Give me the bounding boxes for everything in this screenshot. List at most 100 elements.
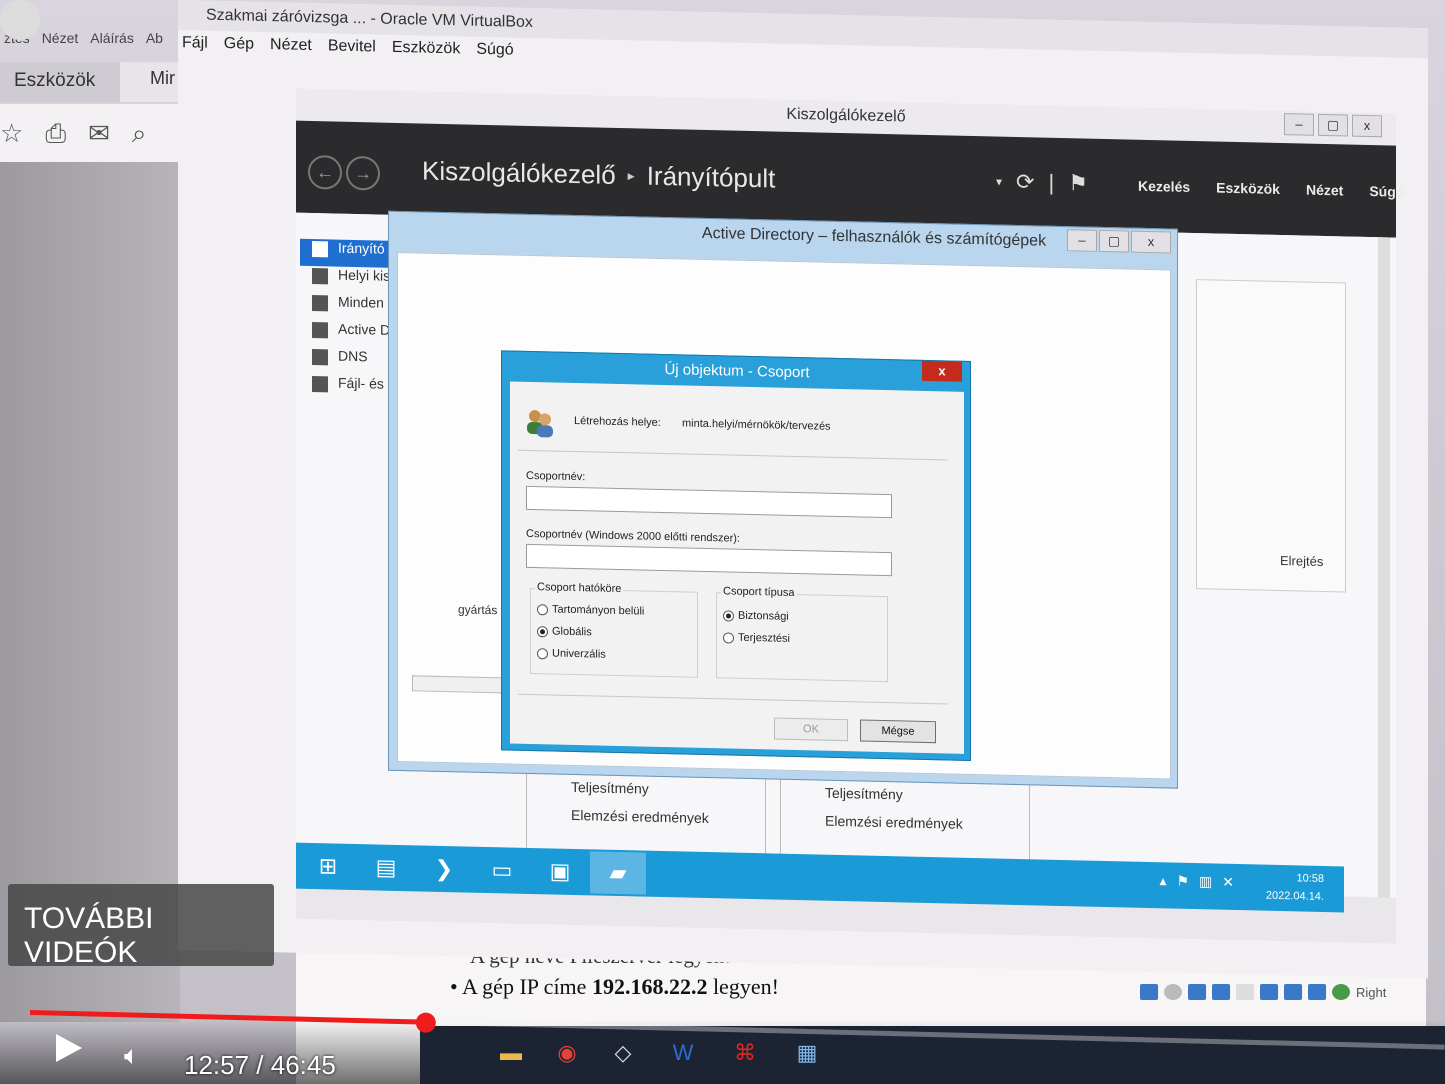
usb-icon[interactable] [1212, 984, 1230, 1000]
flag-icon[interactable]: ⚑ [1068, 170, 1088, 196]
host-tab-strip: Eszközök Mir [0, 62, 180, 102]
minimize-button[interactable]: – [1284, 113, 1314, 136]
group-type-box: Csoport típusa Biztonsági Terjesztési [716, 585, 888, 683]
zoom-icon[interactable]: ⌕ [132, 118, 147, 162]
play-button[interactable] [56, 1034, 82, 1062]
forward-arrow-icon[interactable]: → [346, 155, 380, 191]
nav-buttons: ← → [308, 154, 380, 191]
flag-icon[interactable]: ⚑ [1176, 873, 1189, 890]
volume-icon[interactable]: 🔈︎ [124, 1040, 140, 1072]
disk-icon[interactable] [1140, 984, 1158, 1000]
dialog-close-button[interactable]: x [922, 360, 962, 382]
type-distribution-option[interactable]: Terjesztési [723, 631, 790, 645]
server-manager-menu: Kezelés Eszközök Nézet Súgó [1138, 178, 1404, 200]
radio-button[interactable] [537, 647, 548, 659]
host-key-label: Right [1356, 984, 1387, 1000]
sidebar-item-file-services[interactable]: Fájl- és [300, 374, 390, 403]
close-button[interactable]: x [1352, 114, 1382, 138]
breadcrumb-root[interactable]: Kiszolgálókezelő [422, 156, 616, 191]
host-menu-item[interactable]: Ab [146, 30, 163, 56]
radio-button[interactable] [723, 609, 734, 622]
virtualbox-icon[interactable]: ◇ [608, 1040, 638, 1070]
tile-bpa-results[interactable]: Elemzési eredmények [781, 808, 1029, 842]
group-name-pre2000-input[interactable] [526, 543, 892, 577]
folder-icon[interactable]: ▬ [496, 1040, 526, 1070]
host-tab-tools[interactable]: Eszközök [0, 62, 120, 102]
refresh-icon[interactable]: ⟳ [1016, 169, 1034, 195]
type-security-option[interactable]: Biztonsági [723, 609, 789, 623]
radio-button[interactable] [537, 603, 548, 615]
scope-domain-local-option[interactable]: Tartományon belüli [537, 603, 644, 618]
recording-icon[interactable] [1284, 984, 1302, 1000]
guest-clock[interactable]: 10:58 2022.04.14. [1266, 869, 1324, 906]
host-tab-mir[interactable]: Mir [150, 68, 175, 89]
sidebar-item-dashboard[interactable]: Irányító [300, 238, 390, 268]
tray-arrow-icon[interactable]: ▴ [1159, 872, 1166, 889]
back-arrow-icon[interactable]: ← [308, 154, 342, 190]
clock-time: 10:58 [1296, 872, 1324, 886]
mouse-integration-icon[interactable] [1332, 984, 1350, 1000]
sidebar-item-local-server[interactable]: Helyi kis [300, 266, 390, 295]
vbox-menu-view[interactable]: Nézet [270, 36, 312, 65]
chrome-icon[interactable]: ◉ [552, 1040, 582, 1070]
window-menu-icon[interactable] [0, 0, 40, 40]
volume-muted-icon[interactable]: ✕ [1222, 874, 1234, 891]
more-videos-button[interactable]: TOVÁBBI VIDEÓK [8, 884, 274, 969]
network-adapter-icon[interactable] [1188, 984, 1206, 1000]
cpu-icon[interactable] [1308, 984, 1326, 1000]
explorer-icon[interactable]: ▭ [474, 849, 530, 892]
server-manager-taskbar-icon[interactable]: ▤ [358, 846, 414, 889]
radio-button[interactable] [723, 631, 734, 644]
tile-bpa-results[interactable]: Elemzési eredmények [527, 802, 765, 835]
close-button[interactable]: x [1131, 230, 1171, 254]
toolbox-icon[interactable]: ▣ [532, 850, 588, 893]
vm-window-icon[interactable]: ▦ [792, 1040, 822, 1070]
scope-universal-option[interactable]: Univerzális [537, 647, 606, 661]
maximize-button[interactable]: ▢ [1099, 229, 1129, 253]
minimize-button[interactable]: – [1067, 229, 1097, 252]
sidebar-item-label: Fájl- és [338, 374, 384, 392]
breadcrumb: Kiszolgálókezelő ▸ Irányítópult [422, 156, 775, 195]
tree-item-ou[interactable]: gyártás [458, 602, 497, 617]
scope-global-option[interactable]: Globális [537, 625, 592, 638]
shared-folder-icon[interactable] [1236, 984, 1254, 1000]
star-icon[interactable]: ☆ [0, 118, 23, 162]
ad-taskbar-icon[interactable]: ▰ [590, 851, 646, 895]
ok-button[interactable]: OK [774, 717, 848, 742]
doc-bullet-ip: • A gép IP címe 192.168.22.2 legyen! [450, 974, 779, 999]
display-icon[interactable] [1260, 984, 1278, 1000]
menu-help[interactable]: Súgó [1369, 183, 1404, 200]
vbox-menu-input[interactable]: Bevitel [328, 37, 376, 66]
acrobat-icon[interactable]: ⌘ [730, 1040, 760, 1070]
radio-button[interactable] [537, 625, 548, 637]
vbox-menu-file[interactable]: Fájl [182, 34, 208, 63]
ad-users-computers-window: Active Directory – felhasználók és számí… [388, 210, 1178, 789]
vbox-menu-machine[interactable]: Gép [224, 35, 254, 64]
vbox-menu-help[interactable]: Súgó [476, 41, 513, 70]
create-in-label: Létrehozás helye: [574, 414, 661, 429]
sidebar-item-all-servers[interactable]: Minden [300, 293, 390, 322]
group-name-input[interactable] [526, 485, 892, 519]
powershell-icon[interactable]: ❯ [416, 847, 472, 890]
print-icon[interactable]: ⎙ [45, 118, 66, 162]
start-icon[interactable]: ⊞ [300, 845, 356, 888]
vbox-menu-tools[interactable]: Eszközök [392, 39, 460, 69]
sidebar-item-dns[interactable]: DNS [300, 347, 390, 376]
maximize-button[interactable]: ▢ [1318, 113, 1348, 137]
host-menu-item[interactable]: Nézet [42, 30, 79, 56]
optical-drive-icon[interactable] [1164, 984, 1182, 1000]
dropdown-arrow-icon[interactable]: ▾ [996, 175, 1002, 189]
menu-view[interactable]: Nézet [1306, 182, 1343, 199]
ad-icon [312, 322, 328, 339]
menu-tools[interactable]: Eszközök [1216, 180, 1280, 197]
breadcrumb-page: Irányítópult [646, 160, 776, 194]
cancel-button[interactable]: Mégse [860, 719, 936, 744]
word-icon[interactable]: W [668, 1040, 698, 1070]
hide-link[interactable]: Elrejtés [1280, 553, 1323, 569]
network-icon[interactable]: ▥ [1199, 873, 1212, 890]
mail-icon[interactable]: ✉ [88, 118, 110, 162]
menu-manage[interactable]: Kezelés [1138, 178, 1190, 195]
vertical-scrollbar[interactable] [1378, 237, 1390, 898]
host-menu-item[interactable]: Aláírás [90, 30, 134, 56]
sidebar-item-active-directory[interactable]: Active D [300, 320, 390, 349]
